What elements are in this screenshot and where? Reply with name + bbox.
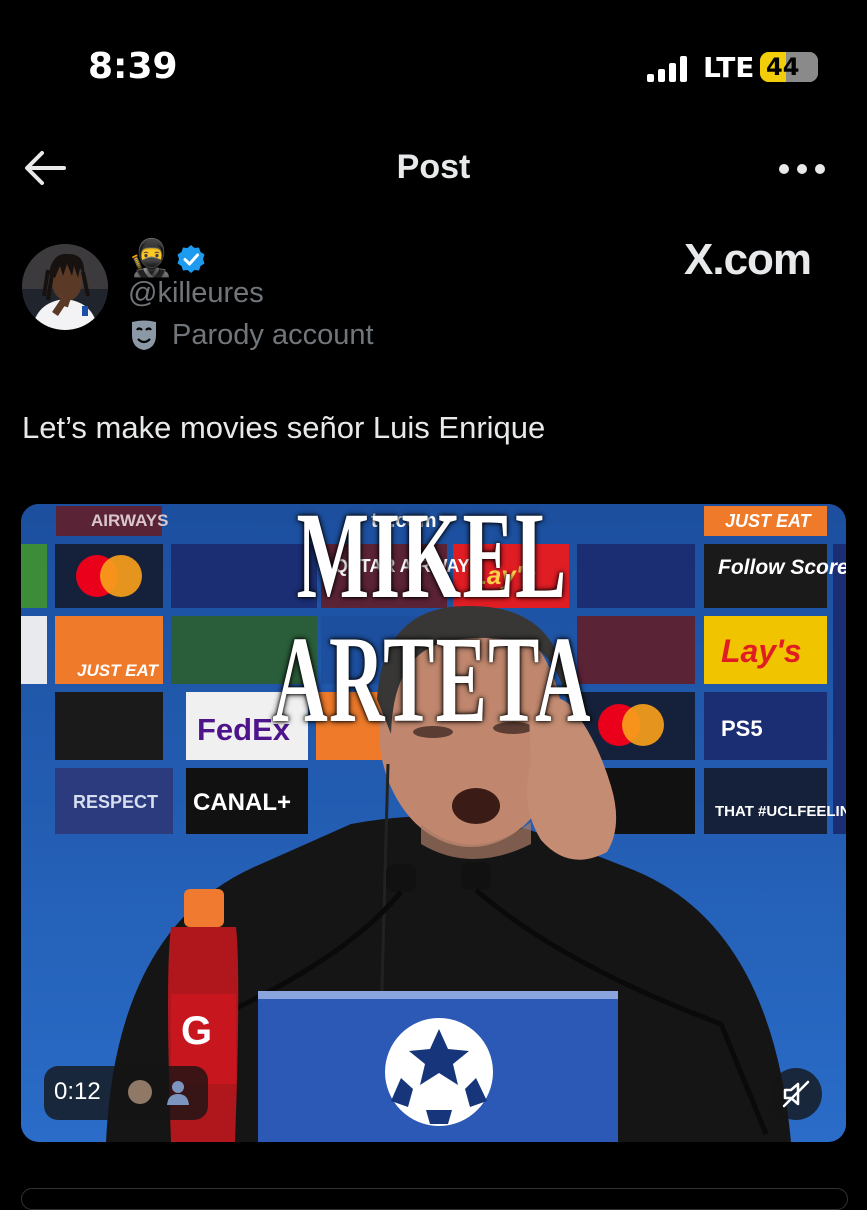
- post-video[interactable]: AIRWAYS to.com JUST EAT Follow Scores QA…: [21, 504, 846, 1142]
- theater-mask-icon: [132, 320, 156, 350]
- verified-badge-icon: [177, 245, 205, 273]
- x-com-watermark: X.com: [684, 235, 812, 284]
- svg-text:Lay's: Lay's: [721, 633, 802, 669]
- sponsor-label: THAT #UCLFEELING: [715, 803, 846, 820]
- video-duration-pill[interactable]: 0:12: [44, 1066, 208, 1120]
- person-icon: [167, 1081, 189, 1105]
- sponsor-label: CANAL+: [193, 789, 291, 816]
- status-bar: 8:39 LTE 44: [0, 0, 867, 120]
- caption-overlay: MIKEL ARTETA: [272, 504, 592, 748]
- network-label: LTE: [703, 51, 755, 84]
- sponsor-label: JUST EAT: [77, 661, 160, 680]
- author-display-name[interactable]: 🥷: [128, 240, 173, 276]
- sponsor-label: Follow Scores: [718, 556, 846, 579]
- video-duration: 0:12: [54, 1078, 101, 1105]
- mute-button[interactable]: [770, 1068, 822, 1120]
- top-nav: Post: [0, 130, 867, 204]
- press-podium: [258, 991, 618, 1142]
- status-time: 8:39: [88, 46, 178, 87]
- signal-icon: [647, 56, 687, 82]
- sponsor-label: JUST EAT: [725, 511, 813, 531]
- author-handle[interactable]: @killeures: [128, 277, 264, 310]
- sponsor-label: AIRWAYS: [91, 511, 168, 530]
- svg-text:G: G: [181, 1009, 212, 1053]
- speaker-muted-icon: [782, 1080, 810, 1108]
- battery-percent: 44: [766, 53, 800, 81]
- author-avatar[interactable]: [22, 244, 108, 330]
- more-horizontal-icon[interactable]: [775, 158, 829, 180]
- parody-account-label: Parody account: [172, 319, 374, 351]
- page-title: Post: [396, 148, 471, 186]
- sponsor-label: RESPECT: [73, 792, 158, 812]
- battery-icon: 44: [760, 52, 818, 82]
- sponsor-label: PS5: [721, 716, 763, 741]
- post-text: Let’s make movies señor Luis Enrique: [22, 410, 546, 445]
- next-card-edge: [21, 1188, 848, 1210]
- viewer-avatar: [128, 1080, 152, 1104]
